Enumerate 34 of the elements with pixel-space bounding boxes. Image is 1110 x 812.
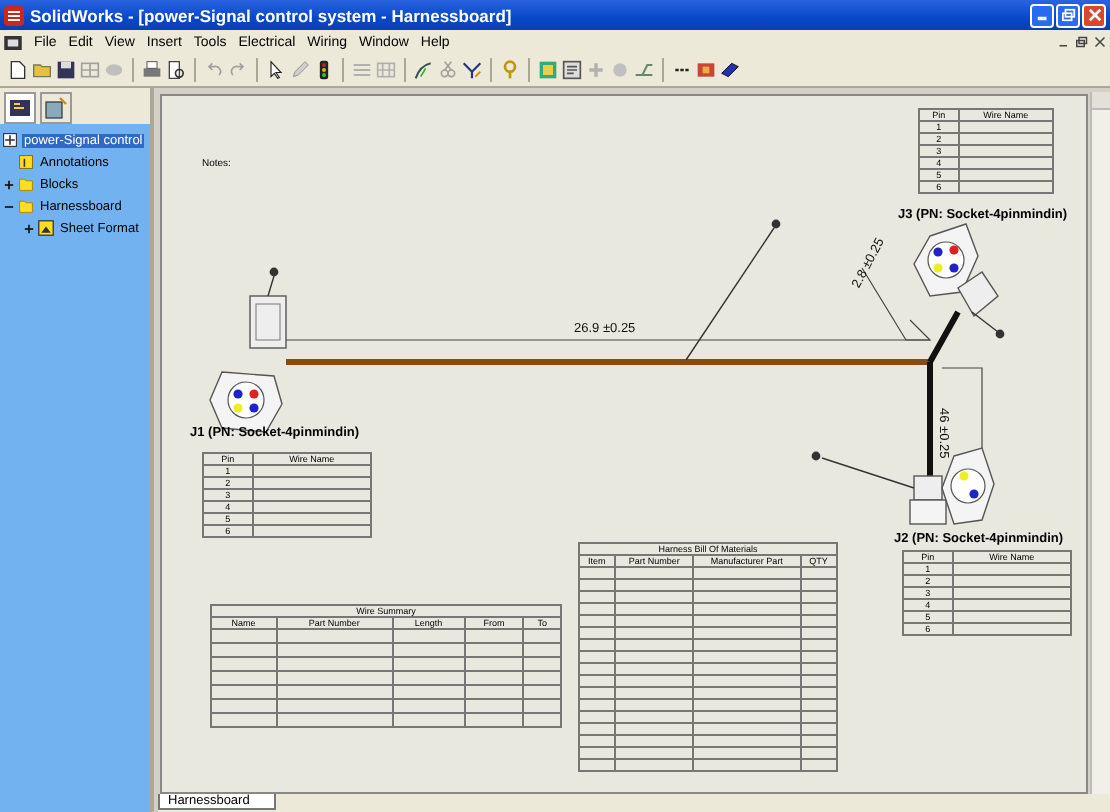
app-logo-icon [4,5,24,25]
branch-icon[interactable] [634,60,654,80]
open-folder-icon[interactable] [32,60,52,80]
scrollbar[interactable] [1090,92,1110,794]
close-icon[interactable] [1094,36,1106,48]
annotation-icon [18,154,34,170]
restore-button[interactable] [1056,3,1080,27]
restore-icon[interactable] [1076,36,1088,48]
close-icon [1087,8,1101,22]
wire-route-icon[interactable] [414,60,434,80]
save-icon[interactable] [56,60,76,80]
expander-icon[interactable] [22,223,34,233]
document-icon[interactable] [4,35,22,49]
leader-line [267,267,279,297]
sheet-icon[interactable] [562,60,582,80]
wire-split-icon[interactable] [462,60,482,80]
print-preview-icon[interactable] [166,60,186,80]
connector-drawing [913,223,999,318]
minimize-button[interactable] [1030,3,1054,27]
feature-tree-tab[interactable] [4,92,36,124]
print-icon[interactable] [142,60,162,80]
new-file-icon[interactable] [8,60,28,80]
window-title: SolidWorks - [power-Signal control system - Harnessboard] [30,5,512,25]
drawing-icon [2,132,18,148]
close-button[interactable] [1082,3,1106,27]
expander-icon[interactable] [2,201,14,211]
leader-line [971,311,1005,339]
select-arrow-icon[interactable] [266,60,286,80]
traffic-light-icon[interactable] [314,60,334,80]
expander-icon[interactable] [2,179,14,189]
leader-line [685,219,781,361]
sheet-format-icon [38,220,54,236]
leader-line [811,451,915,489]
property-tab[interactable] [40,92,72,124]
